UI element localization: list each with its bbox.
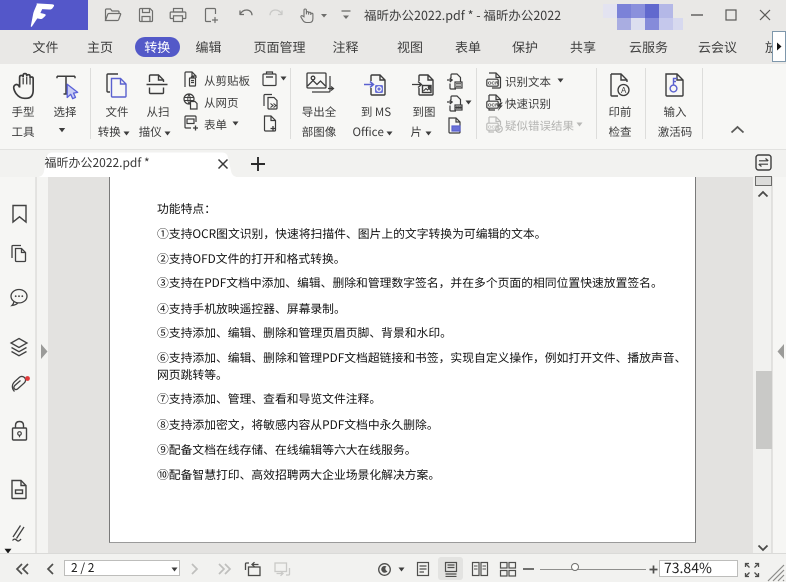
- svg-text:OCR: OCR: [488, 81, 499, 87]
- svg-text:A: A: [621, 86, 627, 95]
- svg-text:OCR: OCR: [488, 103, 499, 109]
